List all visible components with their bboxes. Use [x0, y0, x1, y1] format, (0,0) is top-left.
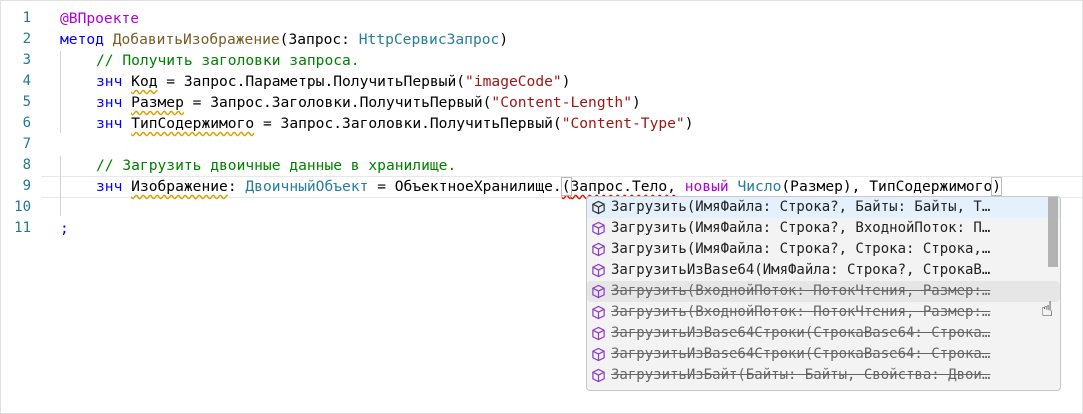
method-cube-icon: [592, 305, 605, 320]
paren: ): [561, 73, 571, 90]
code-line-2[interactable]: метод ДобавитьИзображение(Запрос: HttpСе…: [60, 29, 508, 50]
expression: = ОбъектноеХранилище.: [368, 178, 562, 195]
method-cube-icon: [592, 242, 605, 257]
code-editor[interactable]: 1 2 3 4 5 6 7 8 9 10 11 @ВПроекте метод ДобавитьИз…: [0, 0, 1083, 414]
line-number: 6: [22, 115, 31, 131]
autocomplete-popup[interactable]: Загрузить(ИмяФайла: Строка?, Байты: Байт…: [586, 196, 1061, 391]
keyword: знч: [96, 115, 123, 132]
line-number: 3: [22, 52, 31, 68]
keyword-new: новый: [684, 178, 729, 195]
method-cube-icon: [592, 221, 605, 236]
colon: :: [227, 178, 246, 195]
indent-guide: [60, 156, 61, 216]
keyword: знч: [96, 73, 123, 90]
keyword: знч: [96, 94, 123, 111]
suggestion-item[interactable]: ЗагрузитьИзBase64(ИмяФайла: Строка?, Стр…: [587, 260, 1060, 281]
variable: Размер: [131, 94, 184, 111]
suggestion-item[interactable]: Загрузить(ИмяФайла: Строка?, ВходнойПото…: [587, 218, 1060, 239]
variable: Изображение: [131, 178, 228, 195]
line-number: 9: [22, 178, 31, 194]
paren: ): [632, 94, 641, 111]
hand-pointer-icon: ☝: [1041, 297, 1054, 321]
type-name: HttpСервисЗапрос: [358, 31, 500, 48]
suggestion-item[interactable]: ЗагрузитьИзBase64Строки(СтрокаBase64: Ст…: [587, 323, 1060, 344]
method-cube-icon: [592, 368, 605, 383]
line-number: 4: [22, 73, 31, 89]
suggestion-item[interactable]: Загрузить(ВходнойПоток: ПотокЧтения, Раз…: [587, 302, 1060, 323]
code-line-6[interactable]: знч ТипСодержимого = Запрос.Заголовки.По…: [96, 113, 694, 134]
suggestion-label: Загрузить(ИмяФайла: Строка?, Байты: Байт…: [611, 199, 991, 215]
type-name: ДвоичныйОбъект: [245, 178, 369, 195]
paren: ): [684, 115, 694, 132]
code-line-4[interactable]: знч Код = Запрос.Параметры.ПолучитьПервы…: [96, 71, 571, 92]
suggestion-item[interactable]: ЗагрузитьИзБайт(Байты: Байты, Свойства: …: [587, 365, 1060, 386]
line-number: 10: [14, 199, 31, 215]
scrollbar[interactable]: [1048, 197, 1058, 267]
line-number: 7: [22, 136, 31, 152]
indent-guide: [60, 51, 61, 133]
line-number: 5: [22, 94, 31, 110]
variable: ТипСодержимого: [131, 115, 255, 132]
suggestion-label: Загрузить(ВходнойПоток: ПотокЧтения, Раз…: [611, 304, 991, 320]
code-line-11[interactable]: ;: [60, 218, 69, 239]
string: "Content-Type": [561, 115, 685, 132]
code-line-5[interactable]: знч Размер = Запрос.Заголовки.ПолучитьПе…: [96, 92, 641, 113]
method-name: ДобавитьИзображение: [112, 31, 280, 48]
variable: Код: [131, 73, 158, 90]
expression: = Запрос.Параметры.ПолучитьПервый(: [157, 73, 466, 90]
method-cube-icon: [592, 263, 605, 278]
line-number: 2: [22, 31, 31, 47]
method-cube-icon: [592, 284, 605, 299]
annotation: @ВПроекте: [60, 10, 140, 27]
line-number: 11: [14, 220, 31, 236]
suggestion-item[interactable]: Загрузить(ИмяФайла: Строка?, Строка: Стр…: [587, 239, 1060, 260]
line-number: 1: [22, 10, 31, 26]
expression: = Запрос.Заголовки.ПолучитьПервый(: [183, 94, 492, 111]
code-line-8[interactable]: // Загрузить двоичные данные в хранилище…: [96, 155, 456, 176]
bracket-match: (: [560, 177, 572, 196]
error-expression: Запрос.Тело,: [570, 178, 676, 195]
paren: ): [499, 31, 509, 48]
suggestion-item[interactable]: ЗагрузитьИзBase64Строки(СтрокаBase64: Ст…: [587, 344, 1060, 365]
suggestion-item[interactable]: Загрузить(ИмяФайла: Строка?, Байты: Байт…: [587, 197, 1060, 218]
arguments: (Размер), ТипСодержимого: [781, 178, 993, 195]
suggestion-label: ЗагрузитьИзBase64Строки(СтрокаBase64: Ст…: [611, 346, 991, 362]
suggestion-label: ЗагрузитьИзБайт(Байты: Байты, Свойства: …: [611, 367, 991, 383]
suggestion-label: Загрузить(ИмяФайла: Строка?, Строка: Стр…: [611, 241, 991, 257]
suggestion-item[interactable]: Загрузить(ВходнойПоток: ПотокЧтения, Раз…: [587, 281, 1060, 302]
keyword: метод: [60, 31, 104, 48]
method-cube-icon: [592, 347, 605, 362]
params: (Запрос:: [279, 31, 359, 48]
method-cube-icon: [592, 326, 605, 341]
line-number: 8: [22, 157, 31, 173]
suggestion-label: Загрузить(ВходнойПоток: ПотокЧтения, Раз…: [611, 283, 991, 299]
keyword: знч: [96, 178, 123, 195]
method-cube-icon: [592, 200, 605, 215]
expression: = Запрос.Заголовки.ПолучитьПервый(: [254, 115, 562, 132]
code-line-3[interactable]: // Получить заголовки запроса.: [96, 50, 360, 71]
suggestion-label: Загрузить(ИмяФайла: Строка?, ВходнойПото…: [611, 220, 991, 236]
code-line-9[interactable]: знч Изображение: ДвоичныйОбъект = Объект…: [96, 176, 1003, 197]
bracket-match: ): [991, 177, 1003, 196]
suggestion-label: ЗагрузитьИзBase64(ИмяФайла: Строка?, Стр…: [611, 262, 991, 278]
type-name: Число: [728, 178, 782, 195]
string: "Content-Length": [491, 94, 632, 111]
suggestion-label: ЗагрузитьИзBase64Строки(СтрокаBase64: Ст…: [611, 325, 991, 341]
string: "imageCode": [465, 73, 562, 90]
code-line-1[interactable]: @ВПроекте: [60, 8, 139, 29]
